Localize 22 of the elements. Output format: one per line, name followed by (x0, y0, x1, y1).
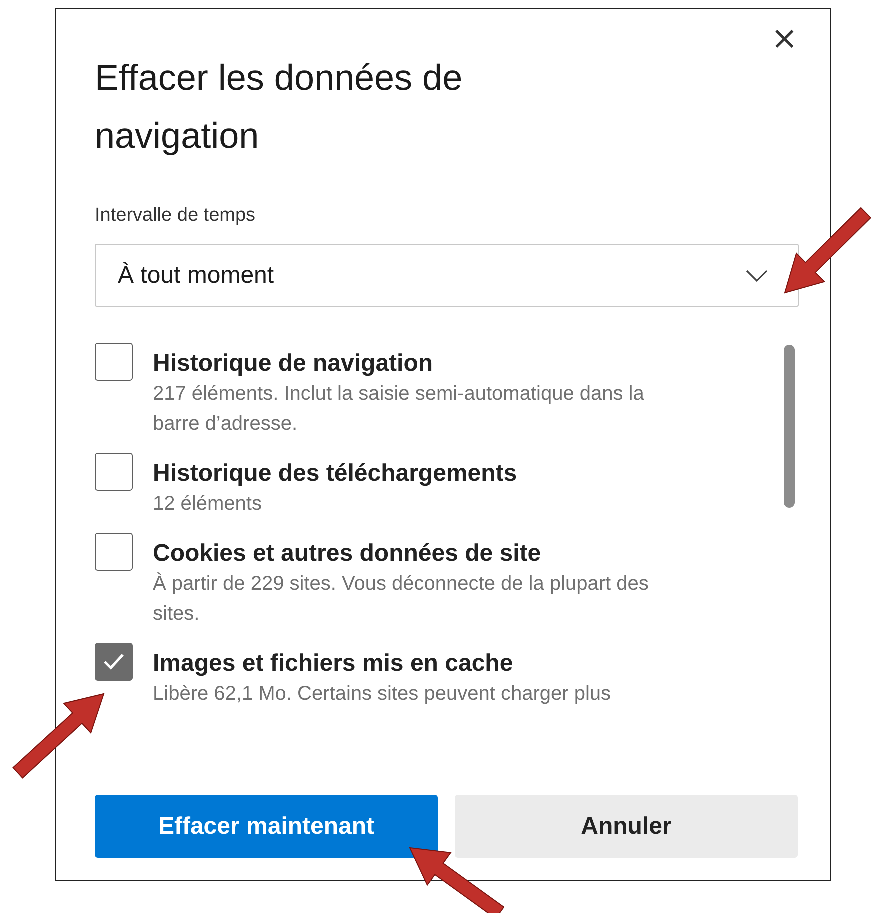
checkbox[interactable] (95, 643, 133, 681)
option-title: Cookies et autres données de site (153, 539, 542, 569)
chevron-down-icon (746, 270, 768, 282)
option-title: Historique de navigation (153, 349, 434, 379)
checkbox[interactable] (95, 453, 133, 491)
close-button[interactable]: × (771, 25, 798, 51)
checkbox[interactable] (95, 343, 133, 381)
field-label: Intervalle de temps (95, 205, 257, 227)
option-description: À partir de 229 sites. Vous déconnecte de la plupart des sites. (153, 572, 650, 627)
option-title: Historique des téléchargements (153, 459, 518, 489)
option-description: Libère 62,1 Mo. Certains sites peuvent charger plus (153, 682, 612, 707)
dropdown-value: À tout moment (118, 262, 274, 290)
time-range-dropdown[interactable]: À tout moment (95, 244, 799, 307)
dialog-title: Effacer les données de navigation (95, 56, 464, 158)
option-description: 12 éléments (153, 492, 263, 517)
checkbox[interactable] (95, 533, 133, 571)
option-title: Images et fichiers mis en cache (153, 649, 514, 679)
scrollbar-thumb[interactable] (784, 345, 796, 508)
cancel-button[interactable]: Annuler (455, 795, 798, 858)
option-description: 217 éléments. Inclut la saisie semi-automatique dans la barre d’adresse. (153, 382, 646, 437)
clear-now-button[interactable]: Effacer maintenant (95, 795, 438, 858)
checkmark-icon (102, 652, 126, 672)
